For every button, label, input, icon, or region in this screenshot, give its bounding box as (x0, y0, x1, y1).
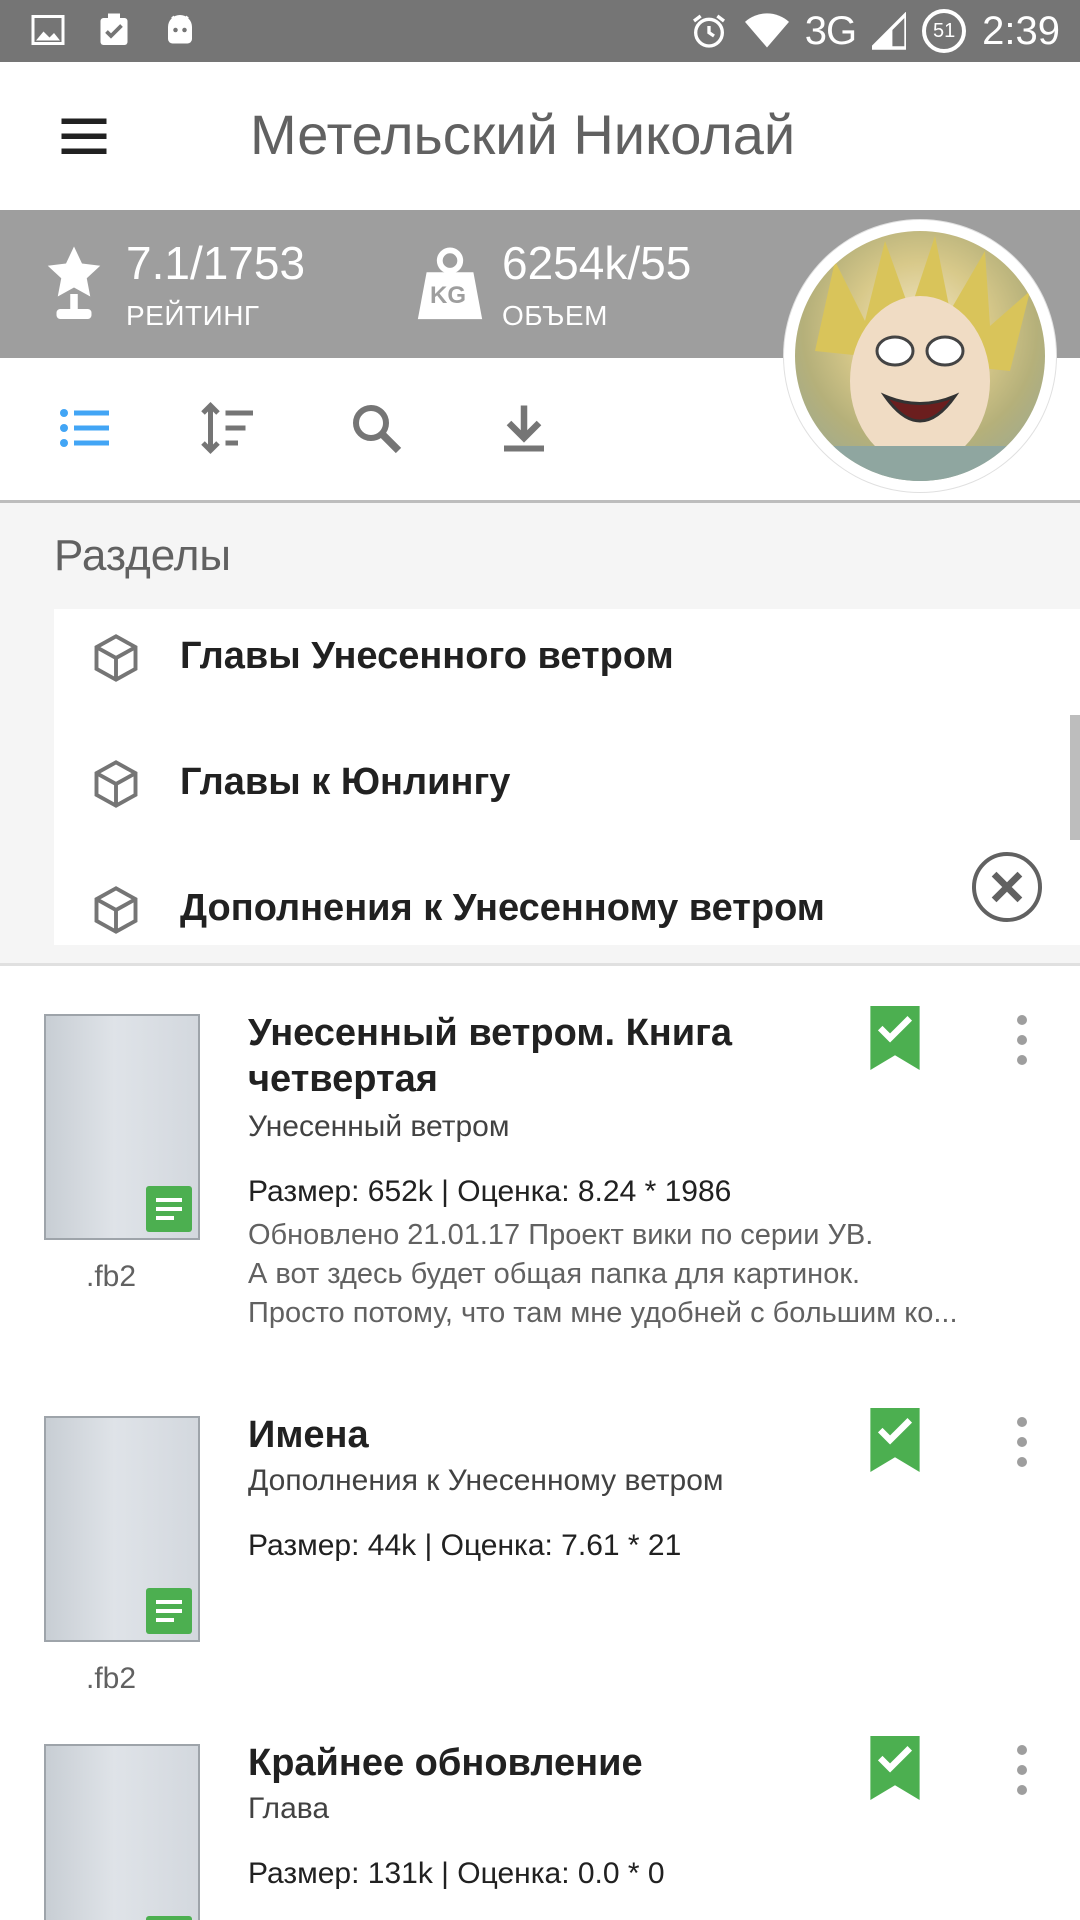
file-format: .fb2 (86, 1260, 137, 1293)
book-section: Дополнения к Унесенному ветром (248, 1464, 724, 1497)
alarm-icon (692, 14, 725, 48)
book-description: Обновлено 21.01.17 Проект вики по серии … (248, 1219, 958, 1329)
search-icon[interactable] (346, 398, 406, 458)
close-icon (991, 871, 1023, 903)
section-item[interactable]: Главы Унесенного ветром (54, 609, 1080, 721)
book-section: Глава (248, 1792, 330, 1825)
android-notification-icon (168, 15, 192, 44)
gallery-notification-icon (31, 15, 65, 45)
section-item[interactable]: Главы к Юнлингу (54, 721, 1080, 847)
section-item-label: Дополнения к Унесенному ветром (180, 887, 825, 929)
avatar-image (795, 236, 1045, 481)
sections-heading: Разделы (54, 531, 232, 580)
cube-icon (94, 760, 138, 808)
sections-scrollbar[interactable] (1070, 715, 1080, 840)
volume-label: ОБЪЕМ (502, 300, 608, 331)
sections-panel: Разделы Главы Унесенного ветром Главы к … (0, 503, 1080, 966)
app-bar: Метельский Николай (0, 62, 1080, 210)
book-size-rating: Размер: 131k | Оценка: 0.0 * 0 (248, 1857, 665, 1890)
file-format: .fb2 (86, 1662, 137, 1695)
cube-icon (94, 886, 138, 934)
book-size-rating: Размер: 44k | Оценка: 7.61 * 21 (248, 1529, 682, 1562)
book-cover (44, 1014, 200, 1240)
status-bar: 3G 51 2:39 (0, 0, 1080, 62)
section-item-label: Главы к Юнлингу (180, 761, 511, 803)
list-view-icon[interactable] (54, 398, 114, 458)
clipboard-check-notification-icon (100, 13, 128, 45)
sort-icon[interactable] (198, 398, 258, 458)
menu-icon[interactable] (54, 106, 114, 166)
clear-filter-button[interactable] (972, 852, 1042, 922)
book-item[interactable]: .fb2 Имена Дополнения к Унесенному ветро… (0, 1402, 1080, 1702)
document-icon (146, 1588, 192, 1634)
more-options-icon[interactable] (1008, 1012, 1036, 1068)
wifi-icon (744, 13, 789, 48)
download-icon[interactable] (494, 398, 554, 458)
sections-list[interactable]: Главы Унесенного ветром Главы к Юнлингу … (54, 609, 1080, 945)
book-cover (44, 1744, 200, 1920)
book-item[interactable]: .fb2 Унесенный ветром. Книга четвертая У… (0, 1000, 1080, 1380)
cube-icon (94, 634, 138, 682)
section-item-label: Главы Унесенного ветром (180, 635, 674, 677)
book-section: Унесенный ветром (248, 1110, 510, 1143)
section-item[interactable]: Дополнения к Унесенному ветром (54, 847, 1080, 945)
kg-badge-text: KG (430, 282, 466, 309)
bookmark-check-icon[interactable] (870, 1736, 920, 1800)
volume-value: 6254k/55 (502, 237, 692, 289)
page-title: Метельский Николай (250, 103, 796, 166)
battery-indicator: 51 (922, 9, 967, 53)
trophy-star-icon (47, 246, 101, 319)
book-title: Крайнее обновление (248, 1742, 643, 1784)
author-avatar[interactable] (784, 220, 1056, 492)
more-options-icon[interactable] (1008, 1414, 1036, 1470)
rating-label: РЕЙТИНГ (126, 300, 260, 331)
document-icon (146, 1916, 192, 1920)
network-type: 3G (804, 8, 857, 53)
rating-value: 7.1/1753 (126, 237, 306, 289)
bookmark-check-icon[interactable] (870, 1408, 920, 1472)
book-size-rating: Размер: 652k | Оценка: 8.24 * 1986 (248, 1175, 732, 1208)
book-cover (44, 1416, 200, 1642)
book-title: Имена (248, 1414, 369, 1456)
more-options-icon[interactable] (1008, 1742, 1036, 1798)
book-title: Унесенный ветром. Книга четвертая (248, 1012, 733, 1100)
book-item[interactable]: Крайнее обновление Глава Размер: 131k | … (0, 1730, 1080, 1920)
signal-icon (872, 12, 907, 50)
bookmark-check-icon[interactable] (870, 1006, 920, 1070)
clock: 2:39 (982, 8, 1060, 53)
document-icon (146, 1186, 192, 1232)
